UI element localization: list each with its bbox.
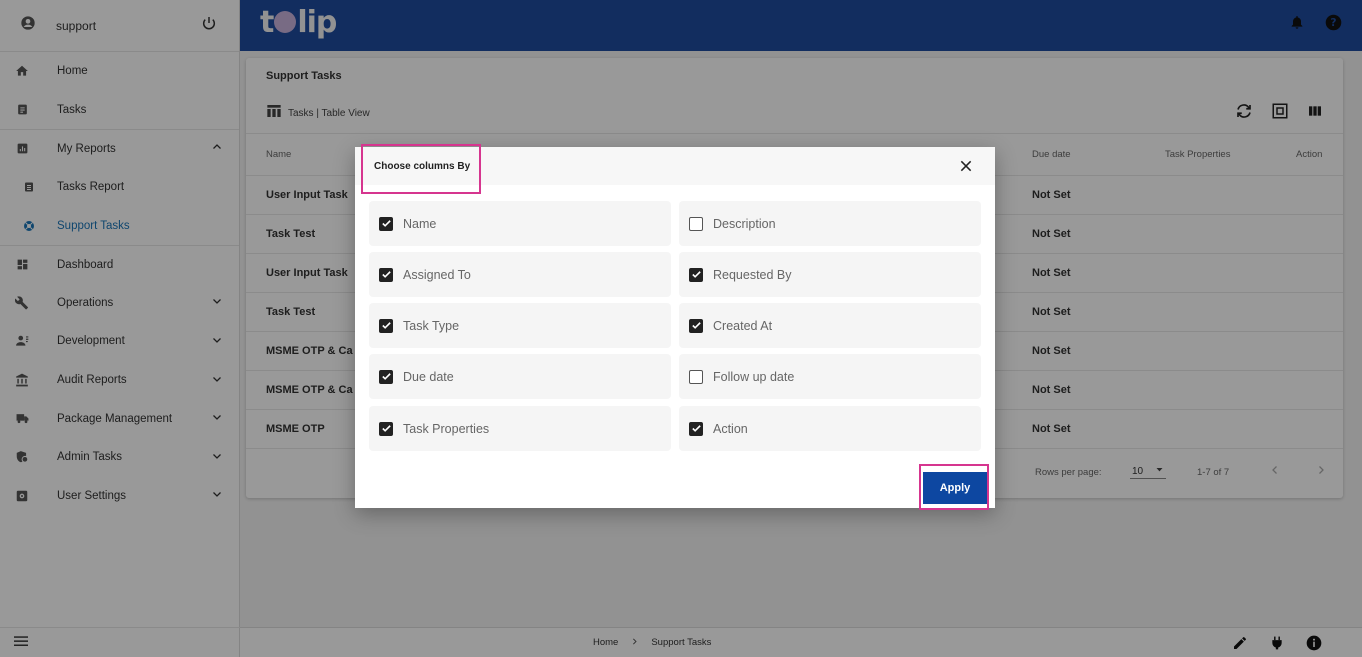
- checkbox[interactable]: [379, 216, 393, 231]
- dialog-header: Choose columns By: [355, 144, 995, 194]
- column-option-assigned-to[interactable]: Assigned To: [369, 252, 671, 297]
- column-option-action[interactable]: Action: [679, 406, 981, 451]
- checkbox[interactable]: [379, 267, 393, 282]
- checkbox[interactable]: [689, 369, 703, 384]
- column-option-requested-by[interactable]: Requested By: [679, 252, 981, 297]
- column-option-description[interactable]: Description: [679, 201, 981, 246]
- choose-columns-dialog: Choose columns By Name Description Assig…: [355, 144, 995, 510]
- close-icon[interactable]: [959, 159, 973, 178]
- apply-button[interactable]: Apply: [923, 472, 987, 504]
- apply-highlight: Apply: [919, 464, 989, 510]
- checkbox[interactable]: [689, 318, 703, 333]
- column-option-name[interactable]: Name: [369, 201, 671, 246]
- checkbox[interactable]: [689, 267, 703, 282]
- checkbox[interactable]: [379, 318, 393, 333]
- column-option-task-type[interactable]: Task Type: [369, 303, 671, 348]
- column-option-follow-up-date[interactable]: Follow up date: [679, 354, 981, 399]
- column-option-due-date[interactable]: Due date: [369, 354, 671, 399]
- column-option-task-properties[interactable]: Task Properties: [369, 406, 671, 451]
- dialog-title: Choose columns By: [361, 144, 481, 194]
- checkbox[interactable]: [379, 421, 393, 436]
- checkbox[interactable]: [379, 369, 393, 384]
- column-option-created-at[interactable]: Created At: [679, 303, 981, 348]
- checkbox[interactable]: [689, 216, 703, 231]
- checkbox[interactable]: [689, 421, 703, 436]
